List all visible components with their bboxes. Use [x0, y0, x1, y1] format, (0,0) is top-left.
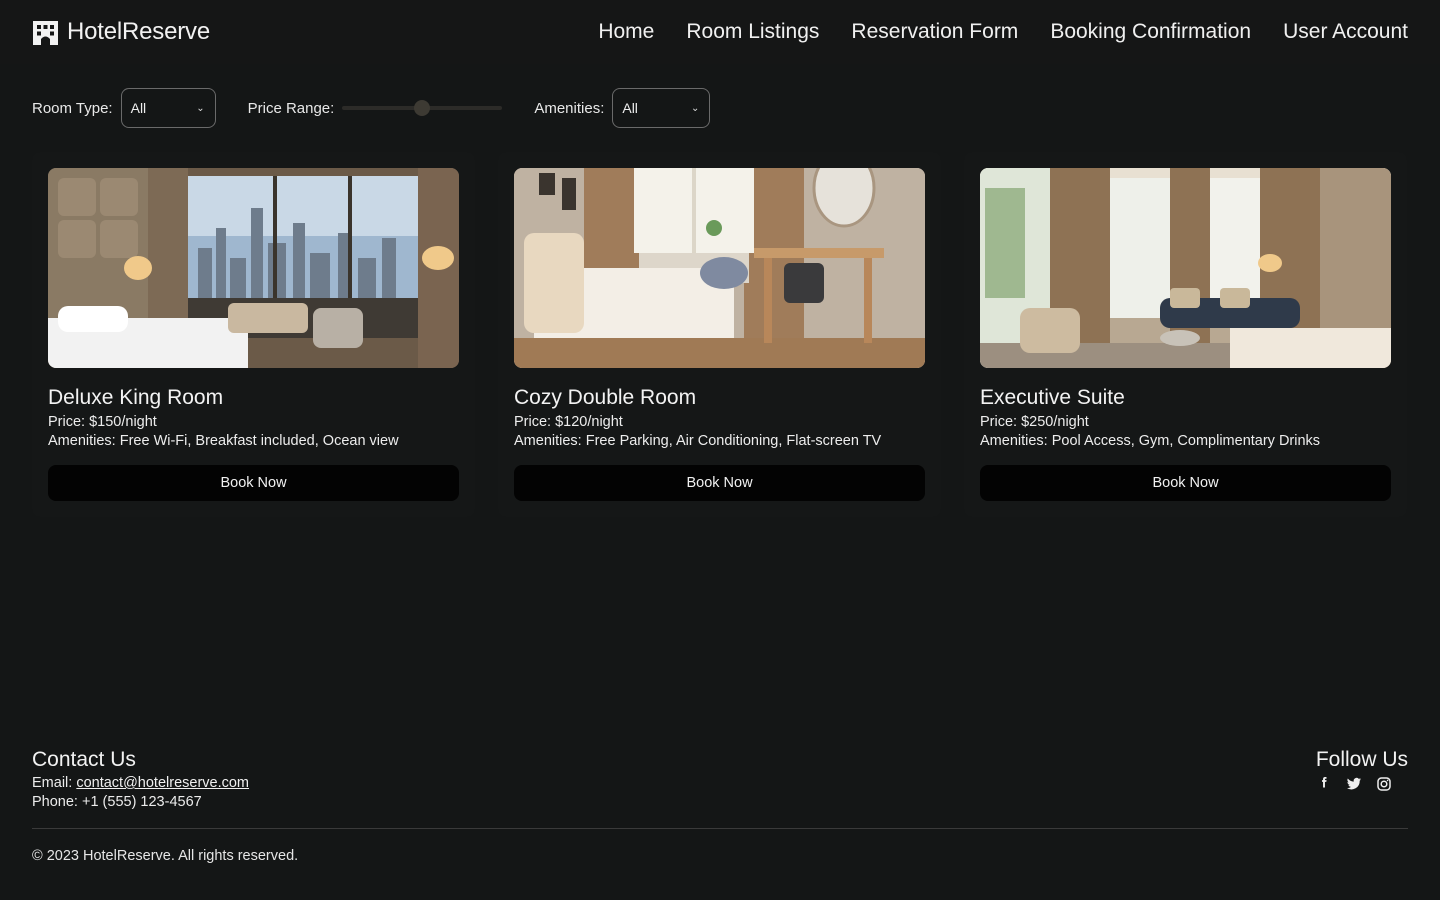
- site-footer: Contact Us Email: contact@hotelreserve.c…: [32, 748, 1408, 864]
- price-range-slider[interactable]: [342, 100, 503, 116]
- nav-room-listings[interactable]: Room Listings: [686, 20, 819, 44]
- instagram-icon[interactable]: [1376, 776, 1392, 792]
- room-title: Deluxe King Room: [48, 386, 224, 409]
- footer-divider: [32, 828, 1408, 829]
- room-type-label: Room Type:: [32, 99, 113, 117]
- cozy-double-room-photo[interactable]: [514, 168, 925, 368]
- room-listings: Deluxe King Room Price: $150/night Ameni…: [32, 152, 1408, 517]
- contact-section: Contact Us Email: contact@hotelreserve.c…: [32, 748, 249, 810]
- social-links: [1316, 776, 1408, 792]
- book-now-button[interactable]: Book Now: [980, 465, 1391, 501]
- chevron-down-icon: ⌄: [196, 102, 205, 114]
- brand-name: HotelReserve: [67, 18, 210, 45]
- room-price: Price: $250/night: [980, 414, 1089, 430]
- price-range-label: Price Range:: [247, 99, 335, 117]
- twitter-icon[interactable]: [1346, 776, 1362, 792]
- room-card: Cozy Double Room Price: $120/night Ameni…: [498, 152, 941, 517]
- amenities-label: Amenities:: [534, 99, 605, 117]
- contact-phone: Phone: +1 (555) 123-4567: [32, 794, 202, 810]
- room-amenities: Amenities: Free Wi-Fi, Breakfast include…: [48, 433, 399, 449]
- room-card: Deluxe King Room Price: $150/night Ameni…: [32, 152, 475, 517]
- nav-home[interactable]: Home: [598, 20, 654, 44]
- nav-booking-confirmation[interactable]: Booking Confirmation: [1050, 20, 1251, 44]
- main-nav: Home Room Listings Reservation Form Book…: [598, 20, 1408, 44]
- contact-email: Email: contact@hotelreserve.com: [32, 775, 249, 791]
- nav-user-account[interactable]: User Account: [1283, 20, 1408, 44]
- nav-reservation-form[interactable]: Reservation Form: [851, 20, 1018, 44]
- room-amenities: Amenities: Pool Access, Gym, Complimenta…: [980, 433, 1321, 449]
- brand[interactable]: HotelReserve: [32, 18, 210, 46]
- amenities-value: All: [622, 100, 638, 116]
- chevron-down-icon: ⌄: [690, 102, 700, 114]
- contact-heading: Contact Us: [32, 748, 136, 771]
- follow-heading: Follow Us: [1315, 748, 1408, 771]
- room-amenities: Amenities: Free Parking, Air Conditionin…: [514, 433, 882, 449]
- amenities-select[interactable]: All ⌄: [612, 88, 711, 128]
- room-price: Price: $120/night: [514, 414, 623, 430]
- filter-bar: Room Type: All ⌄ Price Range: Amenities:…: [32, 88, 711, 128]
- room-type-value: All: [130, 100, 147, 116]
- executive-suite-photo[interactable]: [980, 168, 1391, 368]
- follow-section: Follow Us: [1316, 748, 1408, 810]
- book-now-button[interactable]: Book Now: [514, 465, 925, 501]
- room-price: Price: $150/night: [48, 414, 157, 430]
- room-title: Executive Suite: [980, 386, 1125, 409]
- book-now-button[interactable]: Book Now: [48, 465, 459, 501]
- room-type-select[interactable]: All ⌄: [120, 88, 216, 128]
- room-card: Executive Suite Price: $250/night Amenit…: [964, 152, 1407, 517]
- deluxe-king-room-photo[interactable]: [48, 168, 459, 368]
- room-title: Cozy Double Room: [514, 386, 697, 409]
- email-label: Email:: [32, 775, 73, 791]
- hotel-building-icon: [33, 20, 58, 45]
- site-header: HotelReserve Home Room Listings Reservat…: [0, 0, 1440, 64]
- facebook-icon[interactable]: [1316, 776, 1332, 792]
- email-link[interactable]: contact@hotelreserve.com: [76, 775, 249, 791]
- copyright: © 2023 HotelReserve. All rights reserved…: [32, 848, 299, 864]
- slider-thumb[interactable]: [414, 100, 431, 116]
